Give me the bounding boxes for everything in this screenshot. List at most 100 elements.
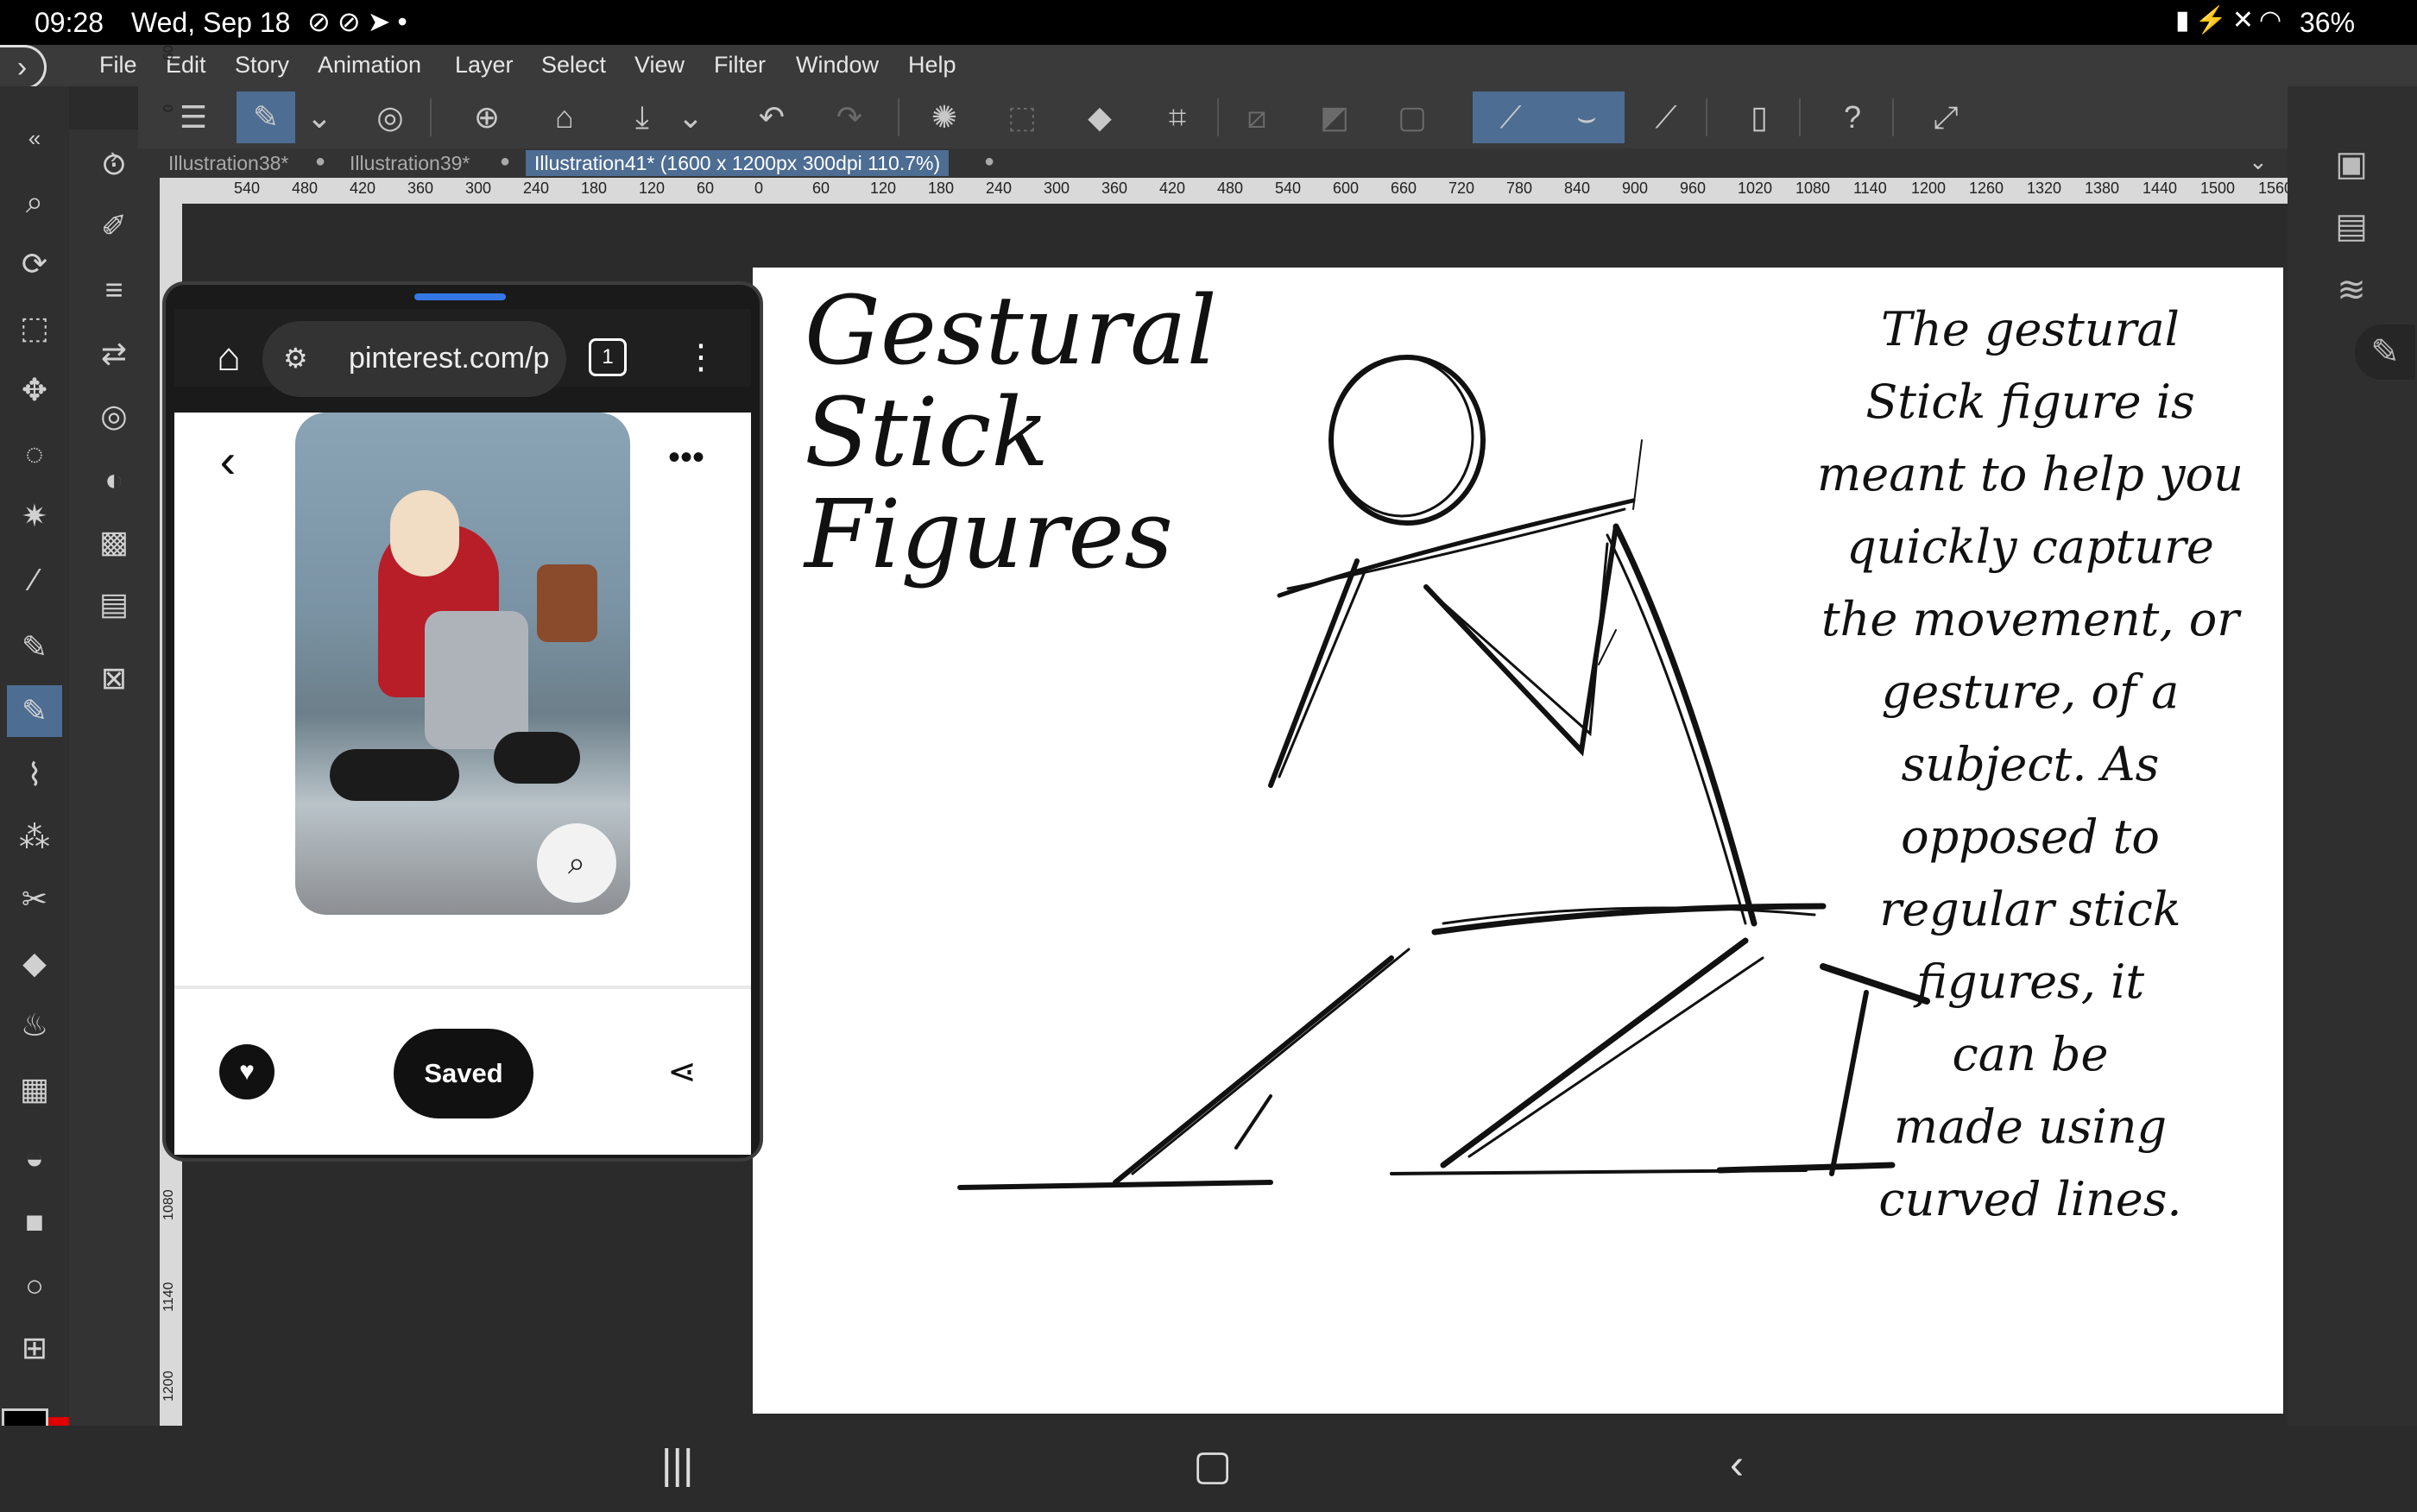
- visual-search-icon[interactable]: ⌕: [537, 823, 616, 903]
- tab-illustration41[interactable]: Illustration41* (1600 x 1200px 300dpi 11…: [526, 150, 950, 176]
- invert-selection-icon[interactable]: ◩: [1305, 91, 1364, 143]
- comment-icon[interactable]: ♥: [219, 1044, 275, 1099]
- drag-handle[interactable]: [414, 293, 506, 300]
- title-line-1: Gestural: [805, 275, 1217, 386]
- save-icon[interactable]: ⤓: [613, 91, 672, 143]
- menu-filter[interactable]: Filter: [714, 52, 766, 79]
- collapse-arrows-icon[interactable]: «: [7, 112, 62, 164]
- url-text[interactable]: pinterest.com/p: [349, 342, 554, 375]
- home-nav-icon[interactable]: ▢: [1193, 1441, 1232, 1490]
- gradient-icon[interactable]: ■: [7, 1196, 62, 1248]
- sliders-icon[interactable]: ≡: [86, 264, 142, 316]
- collapse-panel-icon[interactable]: ›: [0, 45, 47, 90]
- pen-settings-icon[interactable]: ⊙: [86, 138, 142, 190]
- share-icon[interactable]: ⋖: [654, 1044, 710, 1099]
- zoom-icon[interactable]: ⌕: [7, 176, 62, 228]
- new-file-icon[interactable]: ⊕: [458, 91, 516, 143]
- smoothing-icon[interactable]: ⌣: [1549, 91, 1625, 143]
- companion-icon[interactable]: ◎: [361, 91, 420, 143]
- fill-bucket-icon[interactable]: ◆: [1070, 91, 1129, 143]
- menu-animation[interactable]: Animation: [318, 52, 421, 79]
- menu-icon[interactable]: ☰: [164, 91, 223, 143]
- app-icon[interactable]: ✎: [237, 91, 295, 143]
- operation-icon[interactable]: ⬚: [7, 302, 62, 354]
- clear-selection-icon[interactable]: ⬚: [993, 91, 1051, 143]
- url-bar[interactable]: ⚙ pinterest.com/p: [262, 321, 566, 397]
- menu-view[interactable]: View: [634, 52, 685, 79]
- navigator-icon[interactable]: ▣: [2319, 136, 2384, 192]
- layer-property-icon[interactable]: ▤: [2319, 198, 2384, 254]
- layers-icon[interactable]: ≋: [2319, 262, 2384, 318]
- recents-icon[interactable]: |||: [661, 1441, 693, 1489]
- device-icon[interactable]: ▯: [1730, 91, 1789, 143]
- brush-icon[interactable]: ⌇: [7, 749, 62, 801]
- color-set-icon[interactable]: ▩: [86, 516, 142, 568]
- ruler-tick-label: 780: [1506, 180, 1533, 197]
- more-vert-icon[interactable]: ⋮: [684, 333, 718, 381]
- menu-window[interactable]: Window: [796, 52, 879, 79]
- eyedropper-icon[interactable]: ⁄: [7, 554, 62, 606]
- tab-illustration38[interactable]: Illustration38*: [160, 150, 297, 176]
- home-icon[interactable]: ⌂: [200, 328, 257, 385]
- rotate-view-icon[interactable]: ⟳: [7, 238, 62, 290]
- ruler-tick-label: 60: [697, 180, 715, 197]
- transform-icon[interactable]: ⌗: [1148, 91, 1207, 143]
- ruler-tick-label: 1080: [161, 1189, 176, 1220]
- airbrush-icon[interactable]: ⁂: [7, 811, 62, 863]
- menu-story[interactable]: Story: [235, 52, 289, 79]
- material-icon[interactable]: ⊠: [86, 652, 142, 704]
- open-file-icon[interactable]: ⌂: [535, 91, 594, 143]
- notification-icons: ⊘⊘➤•: [307, 5, 414, 38]
- color-mix-icon[interactable]: ◐: [86, 454, 142, 506]
- undo-icon[interactable]: ↶: [742, 91, 801, 143]
- ruler-snap-icon[interactable]: ⟋: [1473, 91, 1549, 143]
- selection-border-icon[interactable]: ▢: [1383, 91, 1442, 143]
- loading-icon[interactable]: ✺: [915, 91, 974, 143]
- tab-illustration39[interactable]: Illustration39*: [341, 150, 478, 176]
- eraser-icon[interactable]: ◆: [7, 937, 62, 989]
- move-icon[interactable]: ✥: [7, 364, 62, 416]
- chevron-down-icon[interactable]: ⌄: [673, 91, 708, 143]
- pencil-icon[interactable]: ✎: [7, 685, 62, 737]
- layer-icon[interactable]: ◎: [86, 390, 142, 442]
- floating-browser-window[interactable]: ⌂ ⚙ pinterest.com/p 1 ⋮ ‹ ••• ⌕ ♥ Saved …: [166, 285, 760, 1158]
- note-line: the movement, or: [1821, 592, 2240, 646]
- drawing-canvas[interactable]: Gestural Stick Figures The gestural Stic…: [753, 268, 2283, 1414]
- close-dot-icon[interactable]: ●: [500, 152, 510, 172]
- auto-select-icon[interactable]: ✷: [7, 490, 62, 542]
- edit-pen-icon[interactable]: ✎: [2355, 324, 2415, 380]
- deselect-icon[interactable]: ⧄: [1227, 91, 1286, 143]
- menu-help[interactable]: Help: [908, 52, 956, 79]
- close-dot-icon[interactable]: ●: [315, 152, 325, 172]
- blend-icon[interactable]: ♨: [7, 999, 62, 1051]
- frame-icon[interactable]: ⊞: [7, 1322, 62, 1374]
- brush-edit-icon[interactable]: ✐: [86, 200, 142, 252]
- sync-icon[interactable]: ⇄: [86, 328, 142, 380]
- more-horiz-icon[interactable]: •••: [658, 437, 715, 478]
- menu-select[interactable]: Select: [541, 52, 606, 79]
- close-dot-icon[interactable]: ●: [984, 152, 994, 172]
- lasso-icon[interactable]: ◌: [7, 428, 62, 480]
- pen-icon[interactable]: ✎: [7, 621, 62, 673]
- tabs-dropdown-icon[interactable]: ⌄: [2249, 148, 2268, 175]
- back-icon[interactable]: ‹: [202, 432, 254, 488]
- fullscreen-icon[interactable]: ⤢: [1916, 91, 1975, 143]
- pin-photo[interactable]: ⌕: [295, 413, 630, 915]
- fill-icon[interactable]: ◒: [7, 1132, 62, 1184]
- figure-icon[interactable]: ▦: [7, 1063, 62, 1115]
- redo-icon[interactable]: ↷: [820, 91, 879, 143]
- chevron-down-icon[interactable]: ⌄: [302, 91, 337, 143]
- site-settings-icon[interactable]: ⚙: [283, 342, 308, 375]
- back-nav-icon[interactable]: ‹: [1730, 1441, 1744, 1489]
- ruler-tick-label: 1320: [2027, 180, 2062, 197]
- stroke-icon[interactable]: ⟋: [1637, 91, 1695, 143]
- ellipse-icon[interactable]: ○: [7, 1260, 62, 1312]
- menu-file[interactable]: File: [99, 52, 137, 79]
- menu-layer[interactable]: Layer: [455, 52, 514, 79]
- timeline-icon[interactable]: ▤: [86, 578, 142, 630]
- decoration-icon[interactable]: ✂: [7, 873, 62, 925]
- saved-button[interactable]: Saved: [394, 1029, 533, 1118]
- help-icon[interactable]: ?: [1823, 91, 1882, 143]
- tab-count[interactable]: 1: [589, 338, 627, 376]
- ruler-tick-label: 720: [1448, 180, 1475, 197]
